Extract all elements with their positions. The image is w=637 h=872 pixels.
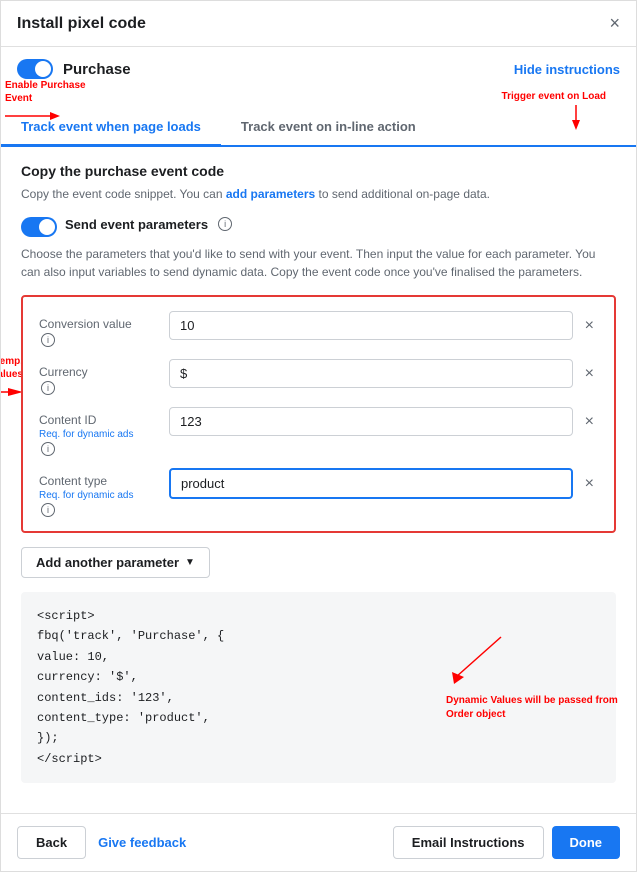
section-desc: Copy the event code snippet. You can add… [21, 185, 616, 203]
tabs-container: Track event when page loads Track event … [1, 109, 636, 147]
send-params-toggle[interactable] [21, 217, 57, 237]
currency-remove-icon[interactable]: × [581, 365, 598, 383]
code-line5: content_ids: '123', [37, 691, 174, 705]
code-line4: currency: '$', [37, 670, 138, 684]
chevron-down-icon: ▼ [185, 557, 195, 568]
send-params-info-icon[interactable]: i [218, 217, 232, 231]
content-id-remove-icon[interactable]: × [581, 413, 598, 431]
param-row-conversion: Conversion value i × [39, 311, 598, 347]
conversion-info-icon[interactable]: i [41, 333, 55, 347]
param-label-currency: Currency [39, 365, 169, 379]
param-label-content-id: Content ID [39, 413, 169, 427]
currency-info-icon[interactable]: i [41, 381, 55, 395]
toggle-switch [17, 59, 53, 79]
code-line3: value: 10, [37, 650, 109, 664]
annotation-dynamic: Dynamic Values will be passed from Order… [446, 632, 626, 722]
param-sublabel-content-type: Req. for dynamic ads [39, 490, 169, 501]
param-sublabel-content-id: Req. for dynamic ads [39, 429, 169, 440]
param-label-content-id-col: Content ID Req. for dynamic ads i [39, 407, 169, 456]
modal-footer: Back Give feedback Email Instructions Do… [1, 813, 636, 871]
modal-title: Install pixel code [17, 15, 146, 33]
annotation-trigger: Trigger event on Load [502, 91, 606, 102]
top-bar: Purchase Hide instructions [1, 47, 636, 79]
section-desc-suffix: to send additional on-page data. [315, 187, 490, 201]
content-area: Copy the purchase event code Copy the ev… [1, 147, 636, 813]
arrow-dynamic [446, 632, 506, 692]
param-input-content-id-col: × [169, 407, 598, 436]
params-desc: Choose the parameters that you'd like to… [21, 245, 616, 281]
code-line2: fbq('track', 'Purchase', { [37, 629, 224, 643]
param-info-conversion: i [39, 333, 169, 347]
modal-header: Install pixel code × [1, 1, 636, 47]
params-area: Enter temp.values Conversion value [21, 295, 616, 533]
param-label-conversion-col: Conversion value i [39, 311, 169, 347]
send-params-label: Send event parameters [65, 217, 208, 232]
modal-body: Purchase Hide instructions Enable Purcha… [1, 47, 636, 813]
params-box: Conversion value i × [21, 295, 616, 533]
param-label-content-type: Content type [39, 474, 169, 488]
annotation-enter-temp: Enter temp.values [1, 355, 23, 401]
code-line7: }); [37, 731, 59, 745]
modal-container: Install pixel code × Purchase Hide instr… [0, 0, 637, 872]
conversion-remove-icon[interactable]: × [581, 317, 598, 335]
content-type-input[interactable] [169, 468, 573, 499]
email-instructions-button[interactable]: Email Instructions [393, 826, 544, 859]
content-id-input[interactable] [169, 407, 573, 436]
param-label-conversion: Conversion value [39, 317, 169, 331]
add-param-label: Add another parameter [36, 555, 179, 570]
section-title: Copy the purchase event code [21, 163, 616, 179]
code-line6: content_type: 'product', [37, 711, 210, 725]
param-info-content-id: i [39, 442, 169, 456]
purchase-toggle-row: Purchase [17, 59, 131, 79]
tab-inline-action[interactable]: Track event on in-line action [221, 109, 436, 147]
tab-page-load[interactable]: Track event when page loads [1, 109, 221, 147]
param-row-currency: Currency i × [39, 359, 598, 395]
add-parameters-link[interactable]: add parameters [226, 187, 315, 201]
param-input-content-type-col: × [169, 468, 598, 499]
param-label-content-type-col: Content type Req. for dynamic ads i [39, 468, 169, 517]
content-type-remove-icon[interactable]: × [581, 475, 598, 493]
hide-instructions-link[interactable]: Hide instructions [514, 62, 620, 77]
param-info-currency: i [39, 381, 169, 395]
done-button[interactable]: Done [552, 826, 621, 859]
param-input-conversion-col: × [169, 311, 598, 340]
param-input-currency-col: × [169, 359, 598, 388]
content-type-info-icon[interactable]: i [41, 503, 55, 517]
close-icon[interactable]: × [609, 13, 620, 34]
param-info-content-type: i [39, 503, 169, 517]
back-button[interactable]: Back [17, 826, 86, 859]
content-wrapper: Purchase Hide instructions Enable Purcha… [1, 47, 636, 813]
arrow-trigger [546, 105, 606, 135]
currency-input[interactable] [169, 359, 573, 388]
add-param-button[interactable]: Add another parameter ▼ [21, 547, 210, 578]
param-label-currency-col: Currency i [39, 359, 169, 395]
purchase-toggle[interactable] [17, 59, 53, 79]
code-line8: </script> [37, 752, 102, 766]
purchase-toggle-label: Purchase [63, 61, 131, 78]
send-params-toggle-switch [21, 217, 57, 237]
section-desc-prefix: Copy the event code snippet. You can [21, 187, 226, 201]
code-line1: <script> [37, 609, 95, 623]
arrow-enter [1, 383, 23, 401]
code-area: <script> fbq('track', 'Purchase', { valu… [21, 592, 616, 783]
give-feedback-button[interactable]: Give feedback [94, 826, 190, 859]
send-params-toggle-row: Send event parameters i [21, 217, 616, 237]
footer-left: Back Give feedback [17, 826, 190, 859]
param-row-content-type: Content type Req. for dynamic ads i × [39, 468, 598, 517]
param-row-content-id: Content ID Req. for dynamic ads i × [39, 407, 598, 456]
content-id-info-icon[interactable]: i [41, 442, 55, 456]
footer-right: Email Instructions Done [393, 826, 620, 859]
conversion-value-input[interactable] [169, 311, 573, 340]
